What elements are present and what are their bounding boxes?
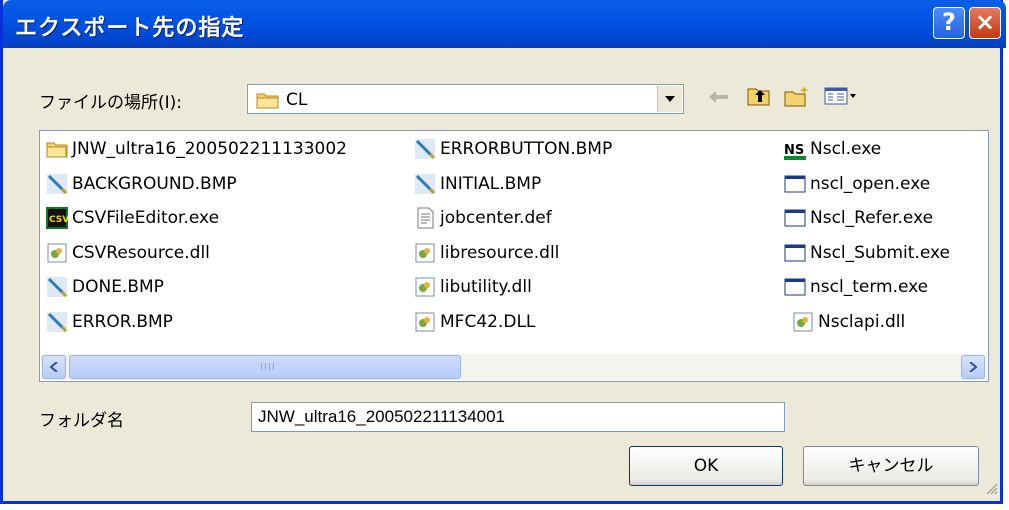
help-button[interactable]: ? (933, 7, 965, 39)
up-folder-icon (747, 86, 771, 110)
chevron-right-icon (969, 362, 977, 372)
file-list-item[interactable]: Nsclapi.dll (792, 307, 905, 337)
close-button[interactable]: × (969, 7, 1001, 39)
file-name: libresource.dll (440, 242, 560, 263)
dll-icon (414, 276, 440, 298)
file-list-item[interactable]: CSVResource.dll (46, 238, 210, 268)
window-title: エクスポート先の指定 (15, 16, 245, 41)
file-name: Nscl_Refer.exe (810, 208, 934, 228)
bitmap-icon (414, 138, 440, 160)
chevron-left-icon (50, 362, 58, 372)
svg-text:CSV: CSV (49, 215, 68, 225)
dll-icon (414, 311, 440, 333)
cancel-button[interactable]: キャンセル (803, 446, 979, 486)
file-list-item[interactable]: MFC42.DLL (414, 307, 535, 337)
back-arrow-icon (709, 89, 729, 108)
dll-icon (792, 311, 818, 333)
folder-icon (46, 138, 72, 160)
location-label: ファイルの場所(I): (39, 93, 183, 113)
scroll-thumb[interactable]: IIII (69, 355, 461, 379)
new-folder-button[interactable] (783, 84, 811, 112)
csv-app-icon: CSV (46, 207, 72, 229)
view-list-icon (824, 86, 858, 110)
file-name: CSVResource.dll (72, 242, 210, 263)
new-folder-icon (784, 85, 810, 111)
file-list-item[interactable]: INITIAL.BMP (414, 169, 541, 199)
file-list-item[interactable]: BACKGROUND.BMP (46, 169, 237, 199)
ns-app-icon: NS (784, 138, 810, 160)
file-list-item[interactable]: nscl_open.exe (784, 169, 930, 199)
file-name: BACKGROUND.BMP (72, 173, 237, 194)
window-exe-icon (784, 276, 810, 298)
file-list-item[interactable]: Nscl_Refer.exe (784, 203, 933, 233)
file-list-item[interactable]: CSV CSVFileEditor.exe (46, 203, 219, 233)
file-list-item[interactable]: libutility.dll (414, 272, 532, 302)
back-button[interactable] (705, 84, 733, 112)
file-list-item[interactable]: JNW_ultra16_200502211133002 (46, 134, 347, 164)
file-name: INITIAL.BMP (440, 173, 542, 194)
file-list-item[interactable]: libresource.dll (414, 238, 559, 268)
bitmap-icon (46, 173, 72, 195)
file-name: Nscl.exe (810, 139, 882, 159)
file-name: ERROR.BMP (72, 311, 173, 332)
svg-text:NS: NS (784, 143, 804, 158)
location-combobox[interactable]: CL (247, 84, 684, 114)
file-list-item[interactable]: DONE.BMP (46, 272, 164, 302)
ok-button[interactable]: OK (629, 446, 783, 486)
horizontal-scrollbar[interactable]: IIII (41, 354, 987, 380)
file-list-item[interactable]: ERRORBUTTON.BMP (414, 134, 612, 164)
bitmap-icon (46, 276, 72, 298)
file-list-item[interactable]: ERROR.BMP (46, 307, 173, 337)
view-menu-button[interactable] (821, 84, 861, 112)
file-name: ERRORBUTTON.BMP (440, 139, 613, 159)
window-exe-icon (784, 207, 810, 229)
file-list-item[interactable]: Nscl_Submit.exe (784, 238, 950, 268)
location-value: CL (286, 90, 308, 110)
file-name: jobcenter.def (440, 208, 552, 228)
folder-name-label: フォルダ名 (39, 411, 124, 431)
chevron-down-icon[interactable] (657, 86, 682, 112)
file-name: libutility.dll (440, 277, 532, 297)
scroll-left-button[interactable] (42, 355, 66, 379)
file-name: nscl_open.exe (810, 173, 931, 194)
file-name: Nsclapi.dll (818, 311, 906, 332)
dll-icon (414, 242, 440, 264)
file-list[interactable]: JNW_ultra16_200502211133002 BACKGROUND.BM… (39, 130, 989, 382)
up-folder-button[interactable] (745, 84, 773, 112)
file-list-item[interactable]: NS Nscl.exe (784, 134, 881, 164)
folder-name-input[interactable] (251, 402, 785, 432)
scroll-right-button[interactable] (961, 355, 985, 379)
resize-grip-icon[interactable] (984, 480, 998, 499)
folder-icon (256, 91, 280, 113)
bitmap-icon (46, 311, 72, 333)
file-name: CSVFileEditor.exe (72, 208, 220, 228)
window-exe-icon (784, 242, 810, 264)
file-name: nscl_term.exe (810, 277, 929, 297)
title-bar[interactable]: エクスポート先の指定 ? × (3, 0, 1006, 48)
dll-icon (46, 242, 72, 264)
window-exe-icon (784, 173, 810, 195)
bitmap-icon (414, 173, 440, 195)
file-list-item[interactable]: jobcenter.def (414, 203, 552, 233)
scroll-grip: IIII (260, 362, 276, 373)
file-name: JNW_ultra16_200502211133002 (72, 139, 347, 159)
file-name: DONE.BMP (72, 277, 164, 297)
export-destination-dialog: エクスポート先の指定 ? × ファイルの場所(I): CL JNW_ultra1 (0, 0, 1006, 504)
file-name: Nscl_Submit.exe (810, 242, 951, 263)
file-list-item[interactable]: nscl_term.exe (784, 272, 928, 302)
file-name: MFC42.DLL (440, 311, 536, 332)
text-file-icon (414, 207, 440, 229)
